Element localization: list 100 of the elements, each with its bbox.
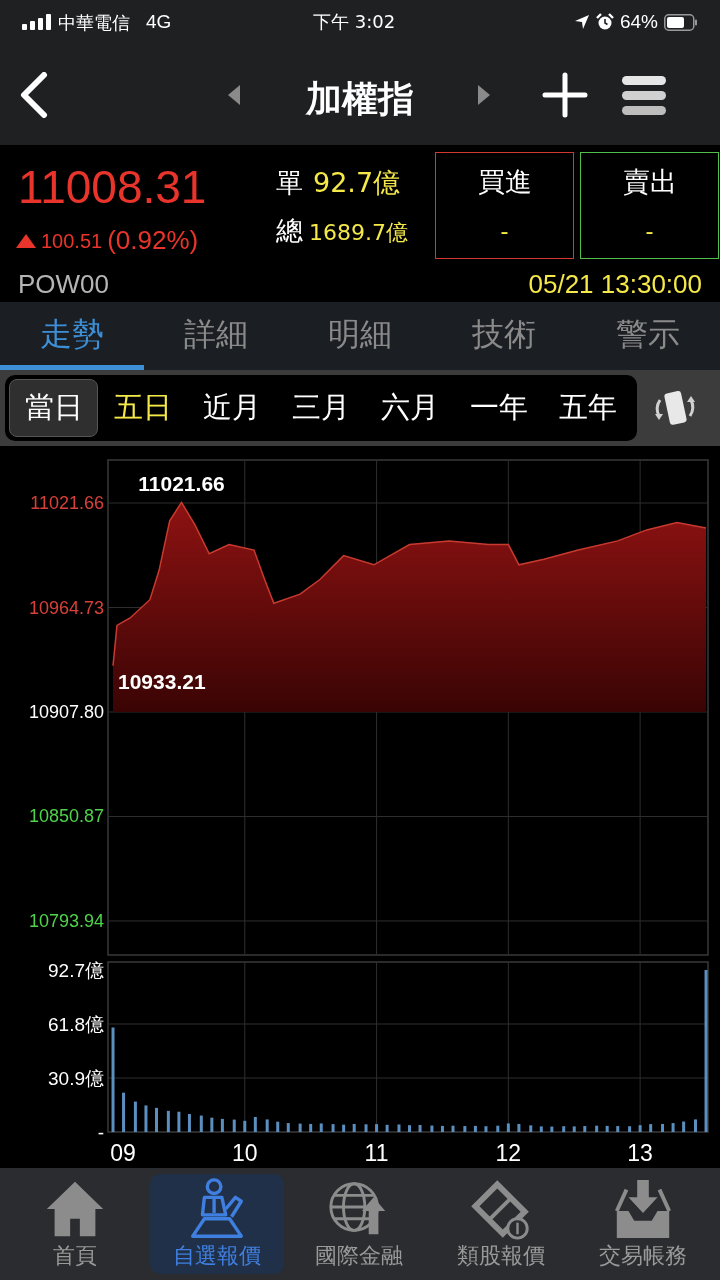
volume-bar	[418, 1125, 422, 1132]
volume-bar	[177, 1111, 181, 1132]
volume-bar	[210, 1117, 214, 1132]
nav-item[interactable]: 首頁	[8, 1174, 142, 1274]
status-time: 下午 3:02	[313, 10, 396, 34]
volume-bar	[309, 1123, 313, 1132]
volume-bar	[562, 1126, 566, 1132]
y-axis-label: 61.8億	[48, 1014, 104, 1035]
volume-bar	[463, 1126, 467, 1132]
index-price: 11008.31	[18, 160, 207, 215]
tab[interactable]: 警示	[576, 302, 720, 370]
previous-button[interactable]	[226, 84, 242, 106]
volume-bar	[682, 1121, 686, 1132]
nav-item[interactable]: 國際金融	[292, 1174, 426, 1274]
volume-bar	[638, 1125, 642, 1132]
volume-bar	[232, 1119, 236, 1132]
volume-bar	[451, 1125, 455, 1132]
volume-bar	[605, 1125, 609, 1132]
symbol-code: POW00	[18, 269, 110, 299]
volume-bar	[517, 1123, 521, 1132]
low-price-label: 10933.21	[118, 670, 206, 694]
period-option[interactable]: 五年	[543, 379, 633, 437]
tab[interactable]: 詳細	[144, 302, 288, 370]
period-option[interactable]: 當日	[9, 379, 99, 437]
single-volume-label: 單	[276, 166, 303, 200]
volume-bar	[694, 1119, 697, 1132]
volume-bar	[276, 1121, 280, 1132]
x-axis-label: 12	[495, 1140, 522, 1166]
battery-percent: 64%	[619, 9, 658, 34]
volume-bar	[133, 1101, 137, 1132]
left-triangle-icon	[226, 84, 242, 106]
quote-datetime: 05/21 13:30:00	[528, 269, 702, 299]
back-button[interactable]	[18, 69, 50, 120]
y-axis-label: 11021.66	[30, 493, 104, 513]
next-button[interactable]	[476, 84, 492, 106]
y-axis-label: -	[97, 1122, 104, 1143]
period-option[interactable]: 三月	[276, 379, 366, 437]
x-axis-label: 13	[627, 1140, 653, 1166]
volume-bar	[331, 1124, 335, 1132]
volume-bar	[671, 1123, 675, 1132]
total-volume-label: 總	[276, 214, 303, 248]
sell-button[interactable]: 賣出 -	[580, 152, 719, 259]
volume-bar	[616, 1126, 620, 1132]
x-axis-label: 10	[232, 1140, 258, 1166]
volume-bar	[298, 1123, 302, 1132]
volume-bar	[385, 1124, 389, 1132]
volume-bar	[220, 1118, 224, 1132]
volume-bar	[155, 1107, 158, 1132]
network-type: 4G	[146, 9, 172, 34]
period-option[interactable]: 一年	[454, 379, 544, 437]
battery-icon	[664, 13, 698, 31]
y-axis-label: 10964.73	[28, 597, 104, 618]
alarm-clock-icon	[595, 13, 614, 31]
volume-bar	[496, 1125, 500, 1132]
volume-bar	[375, 1124, 379, 1132]
volume-bar	[484, 1126, 488, 1132]
volume-bar	[583, 1126, 587, 1132]
volume-bar	[286, 1123, 290, 1132]
nav-item[interactable]: 交易帳務	[576, 1174, 710, 1274]
volume-bar	[506, 1123, 510, 1132]
price-change: 100.51	[41, 228, 103, 254]
y-axis-label: 10793.94	[28, 910, 104, 931]
buy-button[interactable]: 買進 -	[435, 152, 574, 259]
volume-bar	[440, 1125, 444, 1132]
volume-bar	[595, 1125, 599, 1132]
volume-bar	[661, 1123, 665, 1132]
y-axis-label: 92.7億	[48, 960, 104, 981]
plus-icon	[542, 72, 588, 118]
page-title: 加權指	[304, 77, 415, 121]
high-price-label: 11021.66	[138, 472, 225, 495]
volume-bar	[253, 1116, 257, 1132]
volume-bar	[430, 1125, 434, 1132]
add-button[interactable]	[542, 72, 588, 118]
y-axis-label: 10850.87	[28, 806, 104, 827]
menu-button[interactable]	[620, 74, 668, 116]
volume-bar	[243, 1120, 247, 1132]
y-axis-label: 10907.80	[28, 702, 104, 722]
single-volume-value: 92.7億	[313, 166, 401, 200]
carrier-name: 中華電信	[58, 10, 130, 35]
total-volume-value: 1689.7億	[309, 219, 408, 247]
location-arrow-icon	[573, 14, 590, 30]
volume-bar	[572, 1126, 576, 1132]
volume-bar	[342, 1124, 346, 1132]
period-option[interactable]: 五日	[98, 379, 188, 437]
tab[interactable]: 技術	[432, 302, 576, 370]
x-axis-label: 11	[364, 1140, 389, 1166]
volume-bar	[408, 1125, 411, 1132]
volume-bar	[397, 1124, 401, 1132]
nav-item[interactable]: 類股報價	[434, 1174, 568, 1274]
volume-bar	[352, 1123, 356, 1132]
volume-bar	[550, 1126, 554, 1132]
period-option[interactable]: 近月	[187, 379, 277, 437]
tab[interactable]: 明細	[288, 302, 432, 370]
nav-item[interactable]: 自選報價	[150, 1174, 284, 1274]
period-option[interactable]: 六月	[365, 379, 455, 437]
volume-bar	[199, 1115, 203, 1132]
back-icon	[18, 71, 48, 118]
price-change-percent: (0.92%)	[107, 224, 199, 257]
volume-bar	[319, 1123, 323, 1132]
volume-bar	[628, 1126, 632, 1132]
